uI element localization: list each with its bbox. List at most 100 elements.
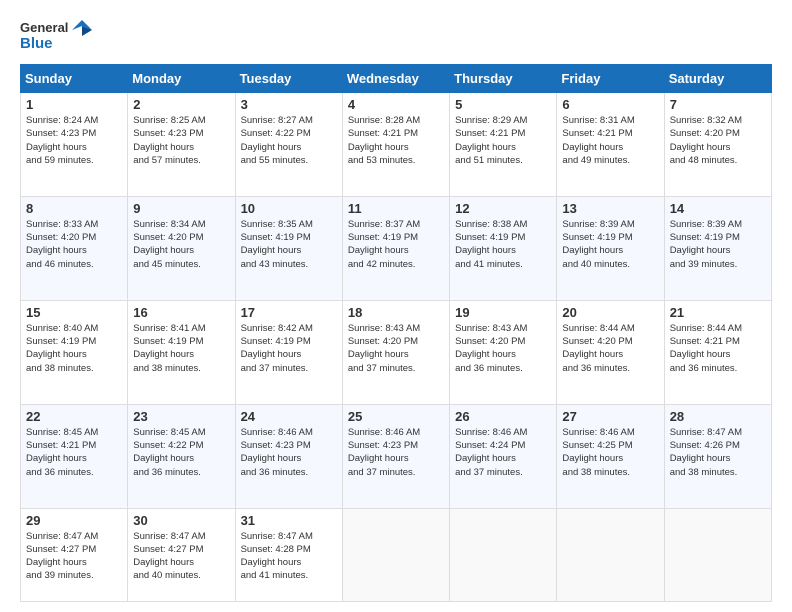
day-info: Sunrise: 8:45 AMSunset: 4:21 PMDaylight … (26, 426, 122, 479)
calendar-cell: 24Sunrise: 8:46 AMSunset: 4:23 PMDayligh… (235, 404, 342, 508)
day-info: Sunrise: 8:41 AMSunset: 4:19 PMDaylight … (133, 322, 229, 375)
calendar-cell: 7 Sunrise: 8:32 AMSunset: 4:20 PMDaylight… (664, 93, 771, 197)
calendar-cell: 10Sunrise: 8:35 AMSunset: 4:19 PMDayligh… (235, 196, 342, 300)
day-info: Sunrise: 8:40 AMSunset: 4:19 PMDaylight … (26, 322, 122, 375)
logo: General Blue (20, 16, 100, 56)
day-number: 1 (26, 97, 122, 112)
header: General Blue (20, 16, 772, 56)
day-info: Sunrise: 8:45 AMSunset: 4:22 PMDaylight … (133, 426, 229, 479)
day-number: 4 (348, 97, 444, 112)
day-number: 10 (241, 201, 337, 216)
column-header-sunday: Sunday (21, 65, 128, 93)
calendar-cell (664, 508, 771, 602)
calendar-cell: 30Sunrise: 8:47 AMSunset: 4:27 PMDayligh… (128, 508, 235, 602)
day-number: 7 (670, 97, 766, 112)
day-info: Sunrise: 8:24 AMSunset: 4:23 PMDaylight … (26, 114, 122, 167)
day-info: Sunrise: 8:43 AMSunset: 4:20 PMDaylight … (348, 322, 444, 375)
day-info: Sunrise: 8:42 AMSunset: 4:19 PMDaylight … (241, 322, 337, 375)
day-info: Sunrise: 8:37 AMSunset: 4:19 PMDaylight … (348, 218, 444, 271)
calendar-cell (342, 508, 449, 602)
day-number: 8 (26, 201, 122, 216)
day-info: Sunrise: 8:34 AMSunset: 4:20 PMDaylight … (133, 218, 229, 271)
calendar-cell: 26 Sunrise: 8:46 AMSunset: 4:24 PMDayligh… (450, 404, 557, 508)
calendar-cell: 9 Sunrise: 8:34 AMSunset: 4:20 PMDaylight… (128, 196, 235, 300)
day-number: 21 (670, 305, 766, 320)
svg-text:Blue: Blue (20, 35, 53, 52)
page: General Blue SundayMondayTuesdayWednesda… (0, 0, 792, 612)
day-info: Sunrise: 8:46 AMSunset: 4:23 PMDaylight … (348, 426, 444, 479)
svg-text:General: General (20, 20, 68, 35)
column-header-wednesday: Wednesday (342, 65, 449, 93)
day-info: Sunrise: 8:29 AMSunset: 4:21 PMDaylight … (455, 114, 551, 167)
calendar-week-row: 8 Sunrise: 8:33 AMSunset: 4:20 PMDaylight… (21, 196, 772, 300)
day-number: 12 (455, 201, 551, 216)
calendar-cell: 29Sunrise: 8:47 AMSunset: 4:27 PMDayligh… (21, 508, 128, 602)
day-number: 5 (455, 97, 551, 112)
column-header-friday: Friday (557, 65, 664, 93)
column-header-thursday: Thursday (450, 65, 557, 93)
day-info: Sunrise: 8:31 AMSunset: 4:21 PMDaylight … (562, 114, 658, 167)
day-number: 18 (348, 305, 444, 320)
calendar-cell: 1 Sunrise: 8:24 AMSunset: 4:23 PMDaylight… (21, 93, 128, 197)
calendar-table: SundayMondayTuesdayWednesdayThursdayFrid… (20, 64, 772, 602)
day-info: Sunrise: 8:47 AMSunset: 4:28 PMDaylight … (241, 530, 337, 583)
day-number: 31 (241, 513, 337, 528)
column-header-tuesday: Tuesday (235, 65, 342, 93)
day-number: 23 (133, 409, 229, 424)
calendar-week-row: 1 Sunrise: 8:24 AMSunset: 4:23 PMDaylight… (21, 93, 772, 197)
calendar-cell: 11Sunrise: 8:37 AMSunset: 4:19 PMDayligh… (342, 196, 449, 300)
day-number: 20 (562, 305, 658, 320)
day-number: 17 (241, 305, 337, 320)
calendar-cell: 28 Sunrise: 8:47 AMSunset: 4:26 PMDayligh… (664, 404, 771, 508)
day-number: 3 (241, 97, 337, 112)
calendar-cell: 20 Sunrise: 8:44 AMSunset: 4:20 PMDayligh… (557, 300, 664, 404)
day-info: Sunrise: 8:44 AMSunset: 4:21 PMDaylight … (670, 322, 766, 375)
calendar-cell: 31 Sunrise: 8:47 AMSunset: 4:28 PMDayligh… (235, 508, 342, 602)
calendar-cell (450, 508, 557, 602)
day-number: 9 (133, 201, 229, 216)
calendar-cell: 19Sunrise: 8:43 AMSunset: 4:20 PMDayligh… (450, 300, 557, 404)
calendar-week-row: 15 Sunrise: 8:40 AMSunset: 4:19 PMDayligh… (21, 300, 772, 404)
calendar-cell: 5 Sunrise: 8:29 AMSunset: 4:21 PMDaylight… (450, 93, 557, 197)
day-info: Sunrise: 8:38 AMSunset: 4:19 PMDaylight … (455, 218, 551, 271)
day-info: Sunrise: 8:47 AMSunset: 4:27 PMDaylight … (26, 530, 122, 583)
calendar-cell: 14 Sunrise: 8:39 AMSunset: 4:19 PMDayligh… (664, 196, 771, 300)
calendar-cell: 12 Sunrise: 8:38 AMSunset: 4:19 PMDayligh… (450, 196, 557, 300)
day-number: 25 (348, 409, 444, 424)
day-number: 26 (455, 409, 551, 424)
day-info: Sunrise: 8:33 AMSunset: 4:20 PMDaylight … (26, 218, 122, 271)
calendar-cell: 8 Sunrise: 8:33 AMSunset: 4:20 PMDaylight… (21, 196, 128, 300)
day-info: Sunrise: 8:32 AMSunset: 4:20 PMDaylight … (670, 114, 766, 167)
day-number: 6 (562, 97, 658, 112)
calendar-cell: 27Sunrise: 8:46 AMSunset: 4:25 PMDayligh… (557, 404, 664, 508)
day-info: Sunrise: 8:25 AMSunset: 4:23 PMDaylight … (133, 114, 229, 167)
logo-svg: General Blue (20, 16, 100, 56)
day-info: Sunrise: 8:39 AMSunset: 4:19 PMDaylight … (562, 218, 658, 271)
day-info: Sunrise: 8:27 AMSunset: 4:22 PMDaylight … (241, 114, 337, 167)
calendar-cell: 3 Sunrise: 8:27 AMSunset: 4:22 PMDaylight… (235, 93, 342, 197)
day-number: 14 (670, 201, 766, 216)
day-info: Sunrise: 8:47 AMSunset: 4:26 PMDaylight … (670, 426, 766, 479)
day-number: 2 (133, 97, 229, 112)
day-number: 30 (133, 513, 229, 528)
calendar-header-row: SundayMondayTuesdayWednesdayThursdayFrid… (21, 65, 772, 93)
calendar-cell: 6 Sunrise: 8:31 AMSunset: 4:21 PMDaylight… (557, 93, 664, 197)
day-info: Sunrise: 8:46 AMSunset: 4:25 PMDaylight … (562, 426, 658, 479)
day-info: Sunrise: 8:44 AMSunset: 4:20 PMDaylight … (562, 322, 658, 375)
day-number: 28 (670, 409, 766, 424)
day-number: 15 (26, 305, 122, 320)
calendar-cell: 25 Sunrise: 8:46 AMSunset: 4:23 PMDayligh… (342, 404, 449, 508)
calendar-cell: 2 Sunrise: 8:25 AMSunset: 4:23 PMDaylight… (128, 93, 235, 197)
day-number: 16 (133, 305, 229, 320)
day-number: 13 (562, 201, 658, 216)
calendar-cell: 4 Sunrise: 8:28 AMSunset: 4:21 PMDaylight… (342, 93, 449, 197)
calendar-cell: 21 Sunrise: 8:44 AMSunset: 4:21 PMDayligh… (664, 300, 771, 404)
day-info: Sunrise: 8:46 AMSunset: 4:24 PMDaylight … (455, 426, 551, 479)
calendar-cell: 22Sunrise: 8:45 AMSunset: 4:21 PMDayligh… (21, 404, 128, 508)
day-info: Sunrise: 8:43 AMSunset: 4:20 PMDaylight … (455, 322, 551, 375)
day-info: Sunrise: 8:28 AMSunset: 4:21 PMDaylight … (348, 114, 444, 167)
calendar-cell: 23 Sunrise: 8:45 AMSunset: 4:22 PMDayligh… (128, 404, 235, 508)
calendar-cell: 16 Sunrise: 8:41 AMSunset: 4:19 PMDayligh… (128, 300, 235, 404)
day-info: Sunrise: 8:39 AMSunset: 4:19 PMDaylight … (670, 218, 766, 271)
calendar-cell (557, 508, 664, 602)
